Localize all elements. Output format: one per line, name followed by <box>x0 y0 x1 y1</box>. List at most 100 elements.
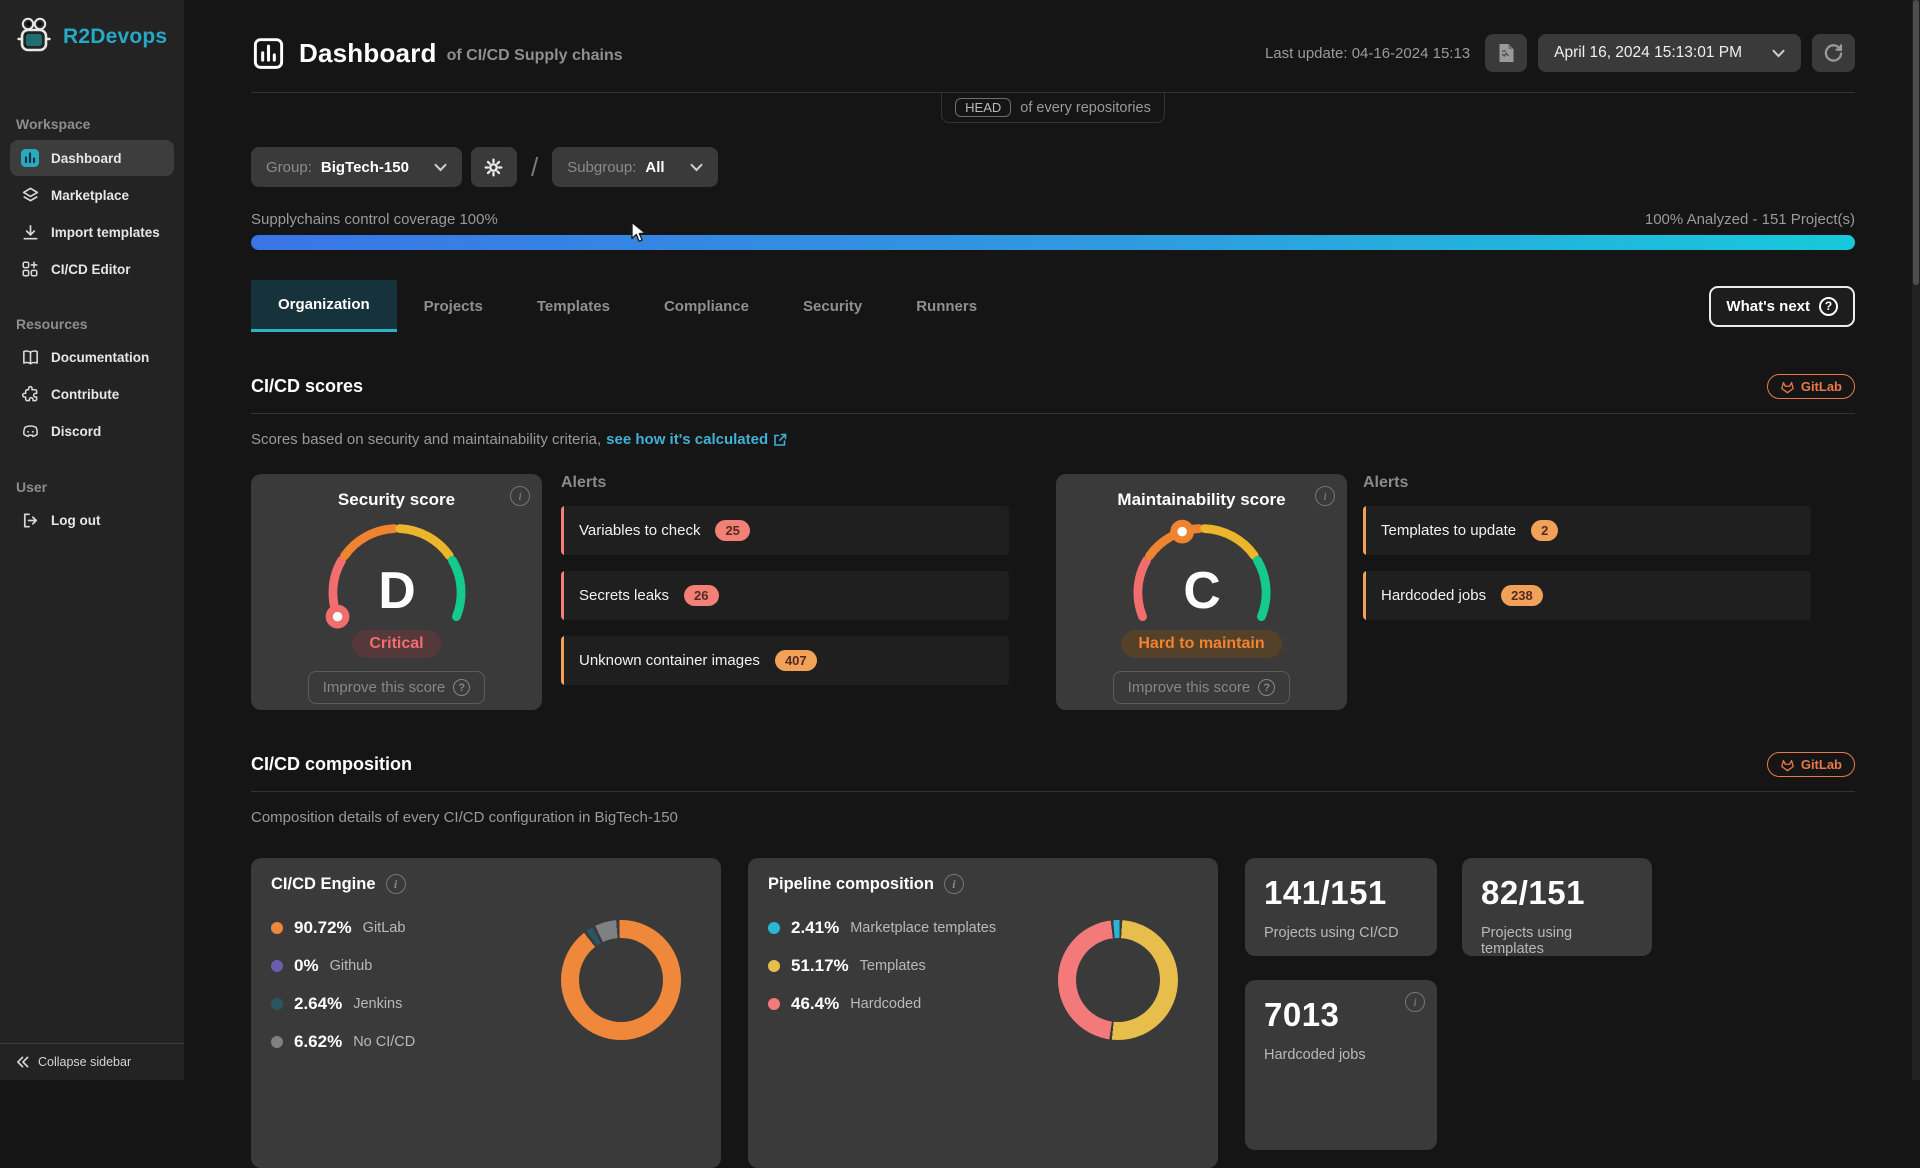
group-select[interactable]: Group: BigTech-150 <box>251 147 462 187</box>
legend-dot <box>271 998 283 1010</box>
whats-next-button[interactable]: What's next ? <box>1709 286 1855 327</box>
discord-icon <box>20 422 40 441</box>
sidebar: R2Devops Workspace Dashboard Marketplace… <box>0 0 184 1080</box>
double-chevron-left-icon <box>16 1056 29 1068</box>
alert-hardcoded-jobs[interactable]: Hardcoded jobs 238 <box>1363 571 1811 620</box>
sidebar-item-logout[interactable]: Log out <box>10 503 174 538</box>
scores-section-title: CI/CD scores <box>251 376 363 397</box>
info-icon[interactable]: i <box>510 486 530 506</box>
alert-variables-to-check[interactable]: Variables to check 25 <box>561 506 1009 555</box>
stat-hardcoded-jobs: i 7013 Hardcoded jobs <box>1245 980 1437 1150</box>
pipeline-composition-card: Pipeline composition i 2.41% Marketplace… <box>748 858 1218 1168</box>
scores-subtitle: Scores based on security and maintainabi… <box>251 431 601 448</box>
alerts-heading: Alerts <box>561 474 1009 492</box>
composition-section-title: CI/CD composition <box>251 754 412 775</box>
tab-organization[interactable]: Organization <box>251 280 397 332</box>
sidebar-item-marketplace[interactable]: Marketplace <box>10 178 174 213</box>
report-button[interactable] <box>1485 34 1527 72</box>
puzzle-icon <box>20 385 40 404</box>
sidebar-item-import-templates[interactable]: Import templates <box>10 215 174 250</box>
r2devops-logo-icon <box>14 16 54 58</box>
page-title: Dashboard <box>299 38 437 69</box>
last-update-text: Last update: 04-16-2024 15:13 <box>1265 45 1470 62</box>
sidebar-item-cicd-editor[interactable]: CI/CD Editor <box>10 252 174 286</box>
sidebar-item-label: Discord <box>51 424 101 439</box>
page-subtitle: of CI/CD Supply chains <box>447 47 623 65</box>
head-text: of every repositories <box>1020 100 1151 116</box>
sidebar-item-label: Documentation <box>51 350 149 365</box>
info-icon[interactable]: i <box>944 874 964 894</box>
coverage-label: Supplychains control coverage 100% <box>251 211 498 228</box>
brand-name: R2Devops <box>63 25 167 49</box>
security-status-badge: Critical <box>352 630 440 658</box>
coverage-progress: Supplychains control coverage 100% 100% … <box>251 211 1855 250</box>
sidebar-item-label: CI/CD Editor <box>51 262 131 277</box>
info-icon[interactable]: i <box>1405 992 1425 1012</box>
legend-dot <box>271 1036 283 1048</box>
external-link-icon <box>773 433 787 447</box>
sidebar-item-discord[interactable]: Discord <box>10 414 174 449</box>
sidebar-item-label: Dashboard <box>51 151 122 166</box>
chevron-down-icon <box>690 163 703 172</box>
sidebar-item-documentation[interactable]: Documentation <box>10 340 174 375</box>
group-settings-button[interactable] <box>471 147 517 187</box>
maintainability-score-title: Maintainability score <box>1072 490 1331 510</box>
scrollbar[interactable] <box>1912 0 1920 1080</box>
tab-security[interactable]: Security <box>776 280 889 332</box>
pipeline-donut-chart <box>1058 920 1178 1040</box>
stat-projects-using-templates: 82/151 Projects using templates <box>1462 858 1652 956</box>
security-grade: D <box>378 561 415 619</box>
nav-section-user: User Log out <box>0 479 184 538</box>
header-divider: HEAD of every repositories <box>251 92 1855 123</box>
tab-projects[interactable]: Projects <box>397 280 510 332</box>
cicd-composition-section: CI/CD composition GitLab Composition det… <box>251 752 1855 1168</box>
subgroup-select-value: All <box>645 159 664 176</box>
whats-next-label: What's next <box>1726 298 1810 315</box>
question-circle-icon: ? <box>1819 297 1838 316</box>
legend-dot <box>768 960 780 972</box>
date-selector[interactable]: April 16, 2024 15:13:01 PM <box>1538 34 1801 72</box>
tab-runners[interactable]: Runners <box>889 280 1004 332</box>
how-calculated-link[interactable]: see how it's calculated <box>606 431 787 448</box>
gitlab-provider-badge[interactable]: GitLab <box>1767 752 1855 777</box>
gitlab-icon <box>1780 380 1795 394</box>
scrollbar-thumb[interactable] <box>1913 0 1919 285</box>
group-select-value: BigTech-150 <box>321 159 409 176</box>
download-icon <box>20 223 40 242</box>
analyzed-label: 100% Analyzed - 151 Project(s) <box>1645 211 1855 228</box>
info-icon[interactable]: i <box>1315 486 1335 506</box>
maintainability-gauge: C <box>1107 512 1297 634</box>
maintainability-status-badge: Hard to maintain <box>1121 630 1281 658</box>
brand[interactable]: R2Devops <box>0 0 184 68</box>
group-filters: Group: BigTech-150 / Subgroup: All <box>251 147 1855 187</box>
question-circle-icon: ? <box>453 679 470 696</box>
book-icon <box>20 348 40 367</box>
alert-templates-to-update[interactable]: Templates to update 2 <box>1363 506 1811 555</box>
sidebar-item-label: Contribute <box>51 387 119 402</box>
legend-dot <box>768 998 780 1010</box>
filter-separator: / <box>531 152 538 183</box>
coverage-progress-bar <box>251 235 1855 250</box>
alert-secrets-leaks[interactable]: Secrets leaks 26 <box>561 571 1009 620</box>
collapse-sidebar-button[interactable]: Collapse sidebar <box>0 1043 184 1080</box>
info-icon[interactable]: i <box>386 874 406 894</box>
legend-dot <box>271 960 283 972</box>
security-score-card: Security score i D Critical Improve this… <box>251 474 542 710</box>
security-alerts: Alerts Variables to check 25 Secrets lea… <box>561 474 1009 710</box>
improve-maintainability-score-button[interactable]: Improve this score ? <box>1113 671 1291 704</box>
sidebar-item-contribute[interactable]: Contribute <box>10 377 174 412</box>
alert-unknown-container-images[interactable]: Unknown container images 407 <box>561 636 1009 685</box>
gitlab-badge-label: GitLab <box>1801 757 1842 772</box>
improve-security-score-button[interactable]: Improve this score ? <box>308 671 486 704</box>
collapse-sidebar-label: Collapse sidebar <box>38 1055 131 1069</box>
tab-templates[interactable]: Templates <box>510 280 637 332</box>
tab-compliance[interactable]: Compliance <box>637 280 776 332</box>
engine-donut-chart <box>561 920 681 1040</box>
security-gauge: D <box>302 512 492 634</box>
gitlab-provider-badge[interactable]: GitLab <box>1767 374 1855 399</box>
refresh-button[interactable] <box>1812 34 1855 72</box>
subgroup-select[interactable]: Subgroup: All <box>552 147 717 187</box>
sidebar-item-dashboard[interactable]: Dashboard <box>10 140 174 176</box>
nav-section-resources: Resources Documentation Contribute Disco… <box>0 316 184 449</box>
head-badge: HEAD <box>955 98 1011 117</box>
